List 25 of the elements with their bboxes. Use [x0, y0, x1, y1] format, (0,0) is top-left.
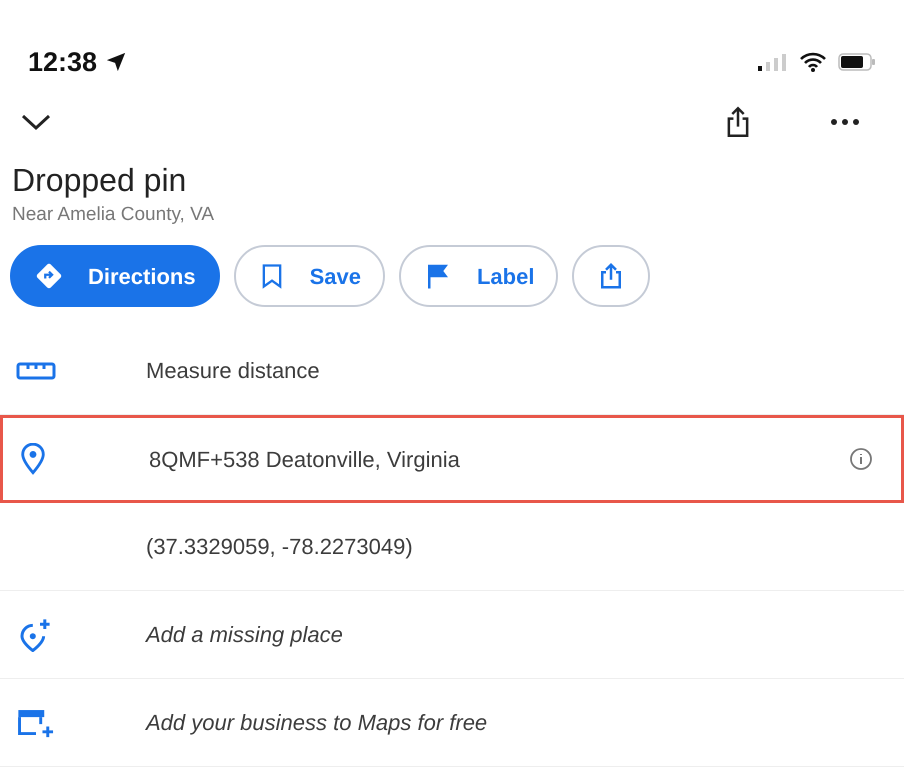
wifi-icon: [800, 52, 826, 72]
status-time: 12:38: [28, 46, 98, 79]
place-subtitle: Near Amelia County, VA: [12, 203, 216, 227]
highlighted-row[interactable]: 8QMF+538 Deatonville, Virginia: [0, 415, 904, 503]
chevron-down-icon: [20, 112, 52, 130]
place-title: Dropped pin: [12, 161, 188, 200]
more-icon: [830, 118, 860, 126]
action-chip[interactable]: Label: [398, 245, 558, 307]
action-chip[interactable]: Save: [234, 245, 385, 307]
row-text: Add a missing place: [146, 621, 344, 649]
ruler-icon: [16, 360, 56, 380]
row-text: (37.3329059, -78.2273049): [146, 533, 414, 561]
info-row[interactable]: (37.3329059, -78.2273049): [0, 503, 904, 591]
row-text: Add your business to Maps for free: [146, 709, 488, 737]
pin-icon: [19, 443, 47, 475]
action-chip[interactable]: Directions: [10, 245, 220, 307]
info-row[interactable]: Measure distance: [0, 327, 904, 415]
row-text: Measure distance: [146, 357, 321, 385]
info-row[interactable]: Add a missing place: [0, 591, 904, 679]
row-text: 8QMF+538 Deatonville, Virginia: [149, 446, 461, 474]
signal-icon: [758, 53, 788, 71]
battery-icon: [838, 53, 876, 71]
location-arrow-icon: [105, 51, 128, 73]
info-icon: [849, 447, 873, 471]
info-row[interactable]: Add your business to Maps for free: [0, 679, 904, 767]
